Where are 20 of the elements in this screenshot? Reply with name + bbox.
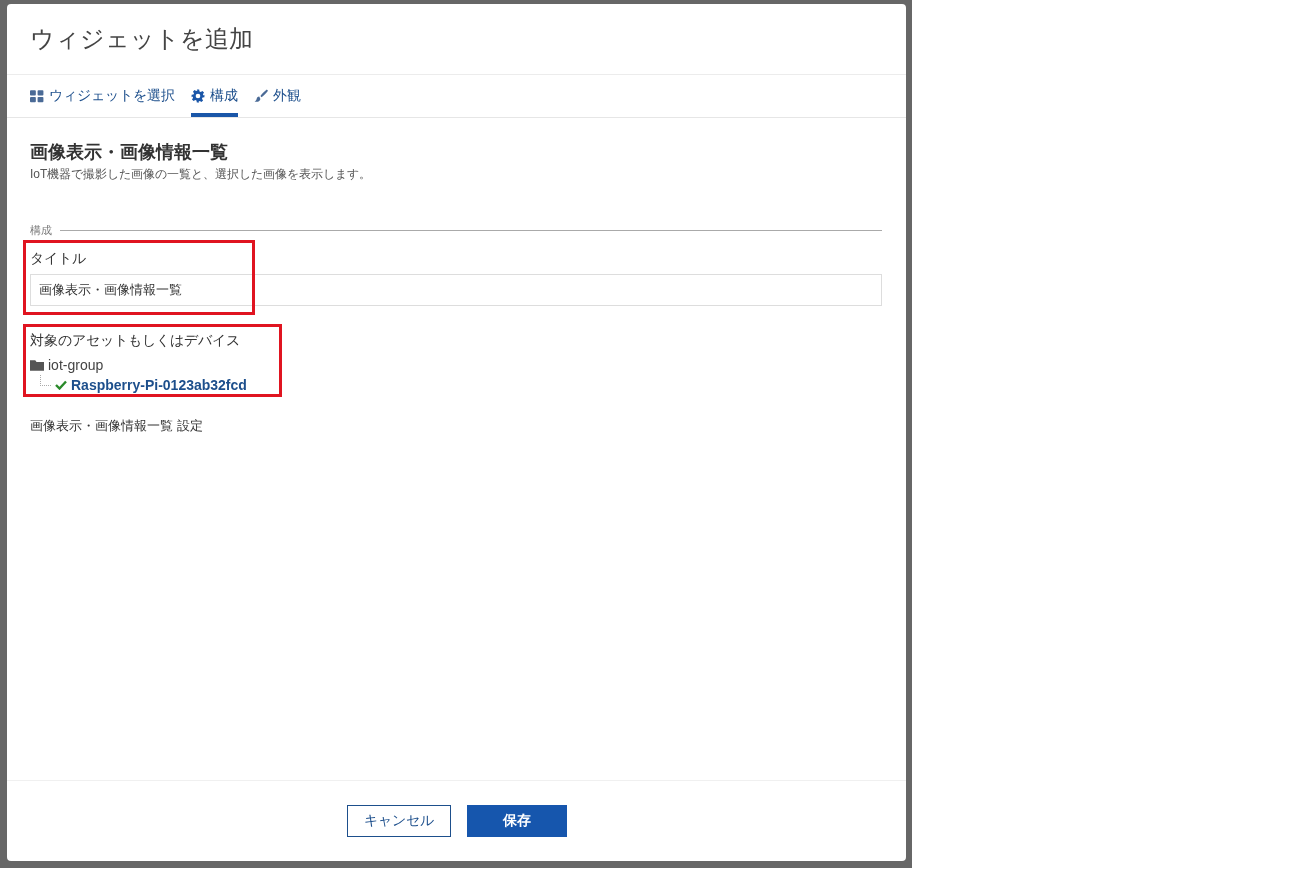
tab[interactable]: 外観 (254, 79, 301, 117)
dialog-title: ウィジェットを追加 (30, 24, 253, 54)
tab[interactable]: 構成 (191, 79, 238, 117)
grid-icon (30, 89, 44, 103)
save-button[interactable]: 保存 (466, 805, 567, 837)
tab[interactable]: ウィジェットを選択 (30, 79, 175, 117)
field-label: タイトル (30, 250, 87, 268)
gear-icon (191, 89, 205, 103)
section-label: 構成 (30, 223, 52, 238)
field-label: 対象のアセットもしくはデバイス (30, 332, 241, 350)
cancel-button[interactable]: キャンセル (346, 805, 451, 837)
settings-label: 画像表示・画像情報一覧 設定 (30, 417, 204, 435)
widget-heading: 画像表示・画像情報一覧 (30, 141, 229, 164)
title-input[interactable]: 画像表示・画像情報一覧 (30, 274, 882, 306)
brush-icon (254, 89, 268, 103)
tree-connector (40, 374, 51, 386)
folder-icon (30, 359, 44, 371)
tree-node[interactable]: Raspberry-Pi-0123ab32fcd (71, 377, 247, 393)
widget-description: IoT機器で撮影した画像の一覧と、選択した画像を表示します。 (30, 166, 373, 183)
tree-node[interactable]: iot-group (48, 357, 104, 373)
